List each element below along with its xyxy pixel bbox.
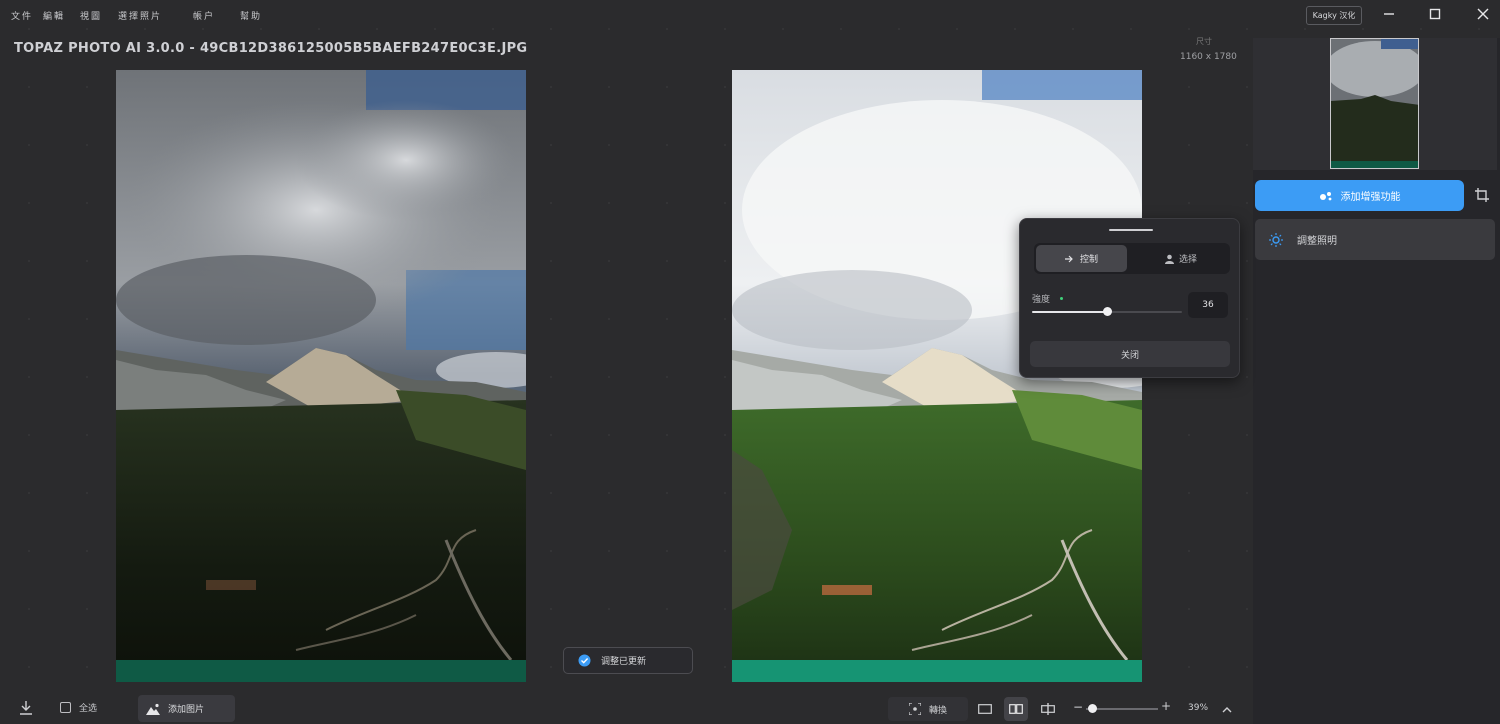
page-title: TOPAZ PHOTO AI 3.0.0 - 49CB12D386125005B… [14,41,528,56]
zoom-out-icon[interactable]: − [1073,700,1083,714]
adjust-lighting-label: 調整照明 [1297,236,1337,247]
check-circle-icon [578,654,591,667]
strength-row: 強度 [1032,292,1064,305]
chevron-up-icon[interactable] [1222,700,1232,719]
menu-file[interactable]: 文件 [11,9,33,22]
zoom-slider-handle[interactable] [1088,704,1097,713]
adjust-lighting-popup: 控制 选择 強度 36 关闭 [1019,218,1240,378]
compare-label: 轉換 [928,705,947,716]
strength-label: 強度 [1032,295,1051,305]
menu-bar: 文件 編輯 視圖 選擇照片 帳户 幫助 Kagky 汉化 [0,0,1500,30]
adjust-lighting-item[interactable]: 調整照明 [1255,219,1495,260]
close-icon[interactable] [1472,4,1494,24]
changed-indicator [1060,297,1064,300]
menu-view[interactable]: 視圖 [80,9,102,22]
arrow-in-icon [1064,255,1073,262]
image-dimensions: 1160 x 1780 [1180,52,1237,62]
menu-help[interactable]: 幫助 [240,9,262,22]
navigator-thumbnail[interactable] [1330,38,1419,169]
crop-icon[interactable] [1470,183,1494,207]
localization-badge[interactable]: Kagky 汉化 [1306,6,1362,25]
toast-text: 调整已更新 [601,657,647,667]
popup-drag-handle[interactable] [1109,229,1153,231]
sparkle-icon [1319,191,1331,200]
tab-subject[interactable]: 选择 [1134,245,1228,272]
add-enhancement-button[interactable]: 添加增强功能 [1255,180,1464,211]
sun-icon [1269,232,1283,247]
zoom-in-icon[interactable]: + [1161,699,1171,713]
single-view-icon[interactable] [973,697,997,721]
add-enhancement-label: 添加增强功能 [1340,192,1401,203]
strength-value-input[interactable]: 36 [1188,292,1228,318]
close-popup-button[interactable]: 关闭 [1030,341,1230,367]
checkbox-box[interactable] [60,702,71,713]
dimensions-label: 尺寸 [1196,37,1212,46]
focus-icon [908,703,921,715]
compare-button[interactable]: 轉換 [888,697,968,721]
strength-slider[interactable] [1032,307,1182,316]
person-icon [1164,254,1174,264]
tab-auto[interactable]: 控制 [1036,245,1127,272]
image-icon [146,703,160,715]
mode-segmented-control: 控制 选择 [1034,243,1230,274]
side-by-side-view-icon[interactable] [1004,697,1028,721]
menu-select-image[interactable]: 選擇照片 [118,9,162,22]
select-all-checkbox[interactable]: 全选 [60,701,97,714]
add-image-label: 添加图片 [168,705,205,715]
update-toast: 调整已更新 [563,647,693,674]
original-photo[interactable] [116,70,526,682]
menu-edit[interactable]: 編輯 [43,9,65,22]
tab-subject-label: 选择 [1178,255,1197,265]
maximize-icon[interactable] [1424,4,1446,24]
split-view-icon[interactable] [1036,697,1060,721]
add-image-button[interactable]: 添加图片 [138,695,235,722]
menu-account[interactable]: 帳户 [193,9,215,22]
select-all-label: 全选 [79,704,98,714]
minimize-icon[interactable] [1378,4,1400,24]
strength-slider-handle[interactable] [1102,307,1112,316]
tab-auto-label: 控制 [1079,255,1098,265]
zoom-level[interactable]: 39% [1188,703,1208,713]
strength-slider-fill [1032,311,1107,313]
export-icon[interactable] [18,700,34,720]
